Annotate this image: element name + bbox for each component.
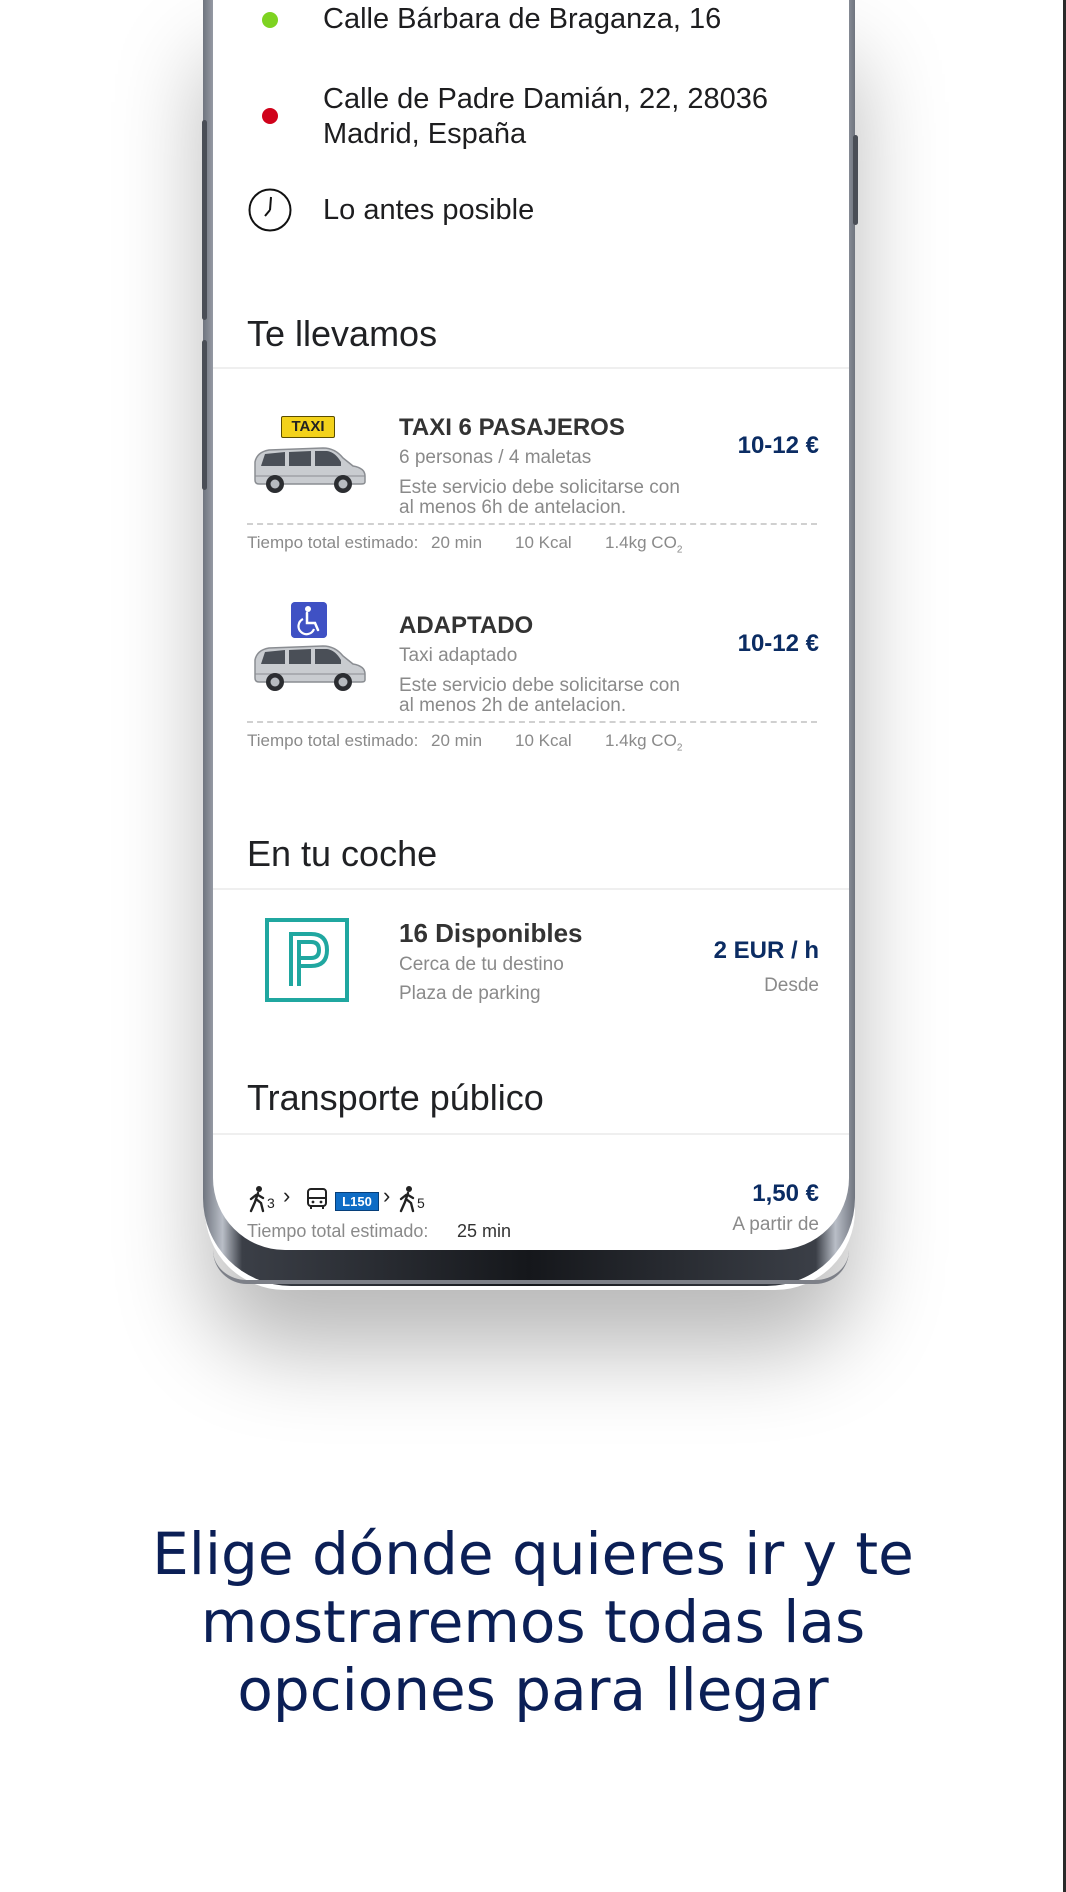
destination-address-line2: Madrid, España: [323, 118, 527, 150]
chevron-right-icon: ›: [283, 1183, 291, 1208]
walk-minutes: 5: [417, 1195, 425, 1211]
option-subtitle: Taxi adaptado: [399, 645, 518, 666]
phone-bottom-rim: [213, 1250, 849, 1284]
walk-minutes: 3: [267, 1195, 275, 1211]
app-screen: Calle Bárbara de Braganza, 16 Calle de P…: [213, 0, 849, 1250]
option-price: 10-12 €: [737, 432, 819, 459]
meta-kcal: 10 Kcal: [515, 533, 572, 552]
tagline-line2: mostraremos todas las: [200, 1588, 866, 1656]
meta-co2: 1.4kg CO2: [605, 533, 682, 555]
transit-price-sub: A partir de: [732, 1214, 819, 1235]
minivan-icon: [254, 645, 366, 691]
walk-icon: [249, 1186, 265, 1213]
chevron-right-icon: ›: [383, 1183, 391, 1208]
destination-dot-icon: [262, 108, 278, 124]
section-title-public: Transporte público: [247, 1077, 544, 1118]
phone-side-button: [853, 135, 858, 225]
option-title: TAXI 6 PASAJEROS: [399, 414, 625, 441]
meta-time: 20 min: [431, 731, 483, 750]
phone-side-button: [202, 120, 207, 320]
parking-line2: Plaza de parking: [399, 983, 541, 1004]
option-desc-line1: Este servicio debe solicitarse con: [399, 477, 680, 498]
option-title: ADAPTADO: [399, 612, 534, 639]
divider: [213, 367, 849, 369]
co2-label: 1.4kg CO: [605, 731, 677, 750]
co2-label: 1.4kg CO: [605, 533, 677, 552]
origin-dot-icon: [262, 12, 278, 28]
parking-line1: Cerca de tu destino: [399, 954, 564, 975]
option-desc-line1: Este servicio debe solicitarse con: [399, 675, 680, 696]
taxi-badge: TAXI: [281, 416, 335, 438]
option-price: 10-12 €: [737, 630, 819, 657]
meta-time: 20 min: [431, 533, 483, 552]
tagline-line3: opciones para llegar: [237, 1656, 829, 1724]
co2-subscript: 2: [676, 742, 683, 754]
parking-icon: [265, 918, 349, 1002]
destination-address-line1: Calle de Padre Damián, 22, 28036: [323, 83, 768, 115]
meta-co2: 1.4kg CO2: [605, 731, 682, 753]
walk-icon: [399, 1186, 415, 1213]
parking-price: 2 EUR / h: [713, 937, 819, 964]
dashed-divider: [247, 721, 817, 723]
bus-icon: [307, 1188, 327, 1209]
meta-label: Tiempo total estimado:: [247, 731, 419, 750]
option-desc-line2: al menos 6h de antelacion.: [399, 497, 627, 518]
divider: [213, 1133, 849, 1135]
section-title-car: En tu coche: [247, 833, 438, 874]
section-title-taxi: Te llevamos: [247, 313, 438, 354]
origin-address: Calle Bárbara de Braganza, 16: [323, 3, 722, 35]
wheelchair-icon: [291, 602, 327, 638]
parking-price-sub: Desde: [764, 975, 819, 996]
minivan-icon: [254, 447, 366, 493]
time-label: Lo antes posible: [323, 194, 535, 226]
meta-label: Tiempo total estimado:: [247, 533, 419, 552]
clock-icon: [248, 188, 292, 232]
parking-title: 16 Disponibles: [399, 918, 583, 948]
meta-kcal: 10 Kcal: [515, 731, 572, 750]
tagline: Elige dónde quieres ir y te mostraremos …: [0, 1520, 1066, 1724]
dashed-divider: [247, 523, 817, 525]
transit-price: 1,50 €: [752, 1180, 819, 1207]
option-desc-line2: al menos 2h de antelacion.: [399, 695, 627, 716]
phone-side-button: [202, 340, 207, 490]
divider: [213, 888, 849, 890]
bus-line-badge: L150: [335, 1192, 379, 1211]
transit-meta-time: 25 min: [457, 1221, 512, 1241]
co2-subscript: 2: [676, 544, 683, 556]
transit-meta-label: Tiempo total estimado:: [247, 1221, 429, 1241]
tagline-line1: Elige dónde quieres ir y te: [152, 1520, 914, 1588]
option-subtitle: 6 personas / 4 maletas: [399, 447, 592, 468]
